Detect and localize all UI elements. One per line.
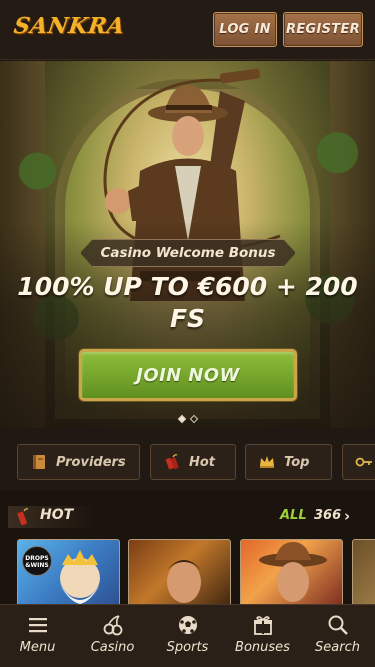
join-now-button[interactable]: JOIN NOW bbox=[79, 349, 297, 401]
nav-menu[interactable]: Menu bbox=[0, 605, 75, 667]
login-button[interactable]: LOG IN bbox=[213, 12, 277, 47]
game-thumbnail bbox=[60, 550, 100, 604]
header: SANKRA LOG IN REGISTER bbox=[0, 0, 375, 60]
carousel-dots bbox=[0, 414, 375, 424]
hamburger-icon bbox=[28, 618, 47, 633]
dynamite-icon bbox=[165, 454, 179, 470]
chevron-right-icon[interactable]: › bbox=[344, 507, 350, 525]
nav-sports-label: Sports bbox=[166, 640, 209, 655]
game-thumbnail bbox=[167, 560, 201, 603]
nav-bonuses-label: Bonuses bbox=[235, 640, 290, 655]
bonus-headline: 100% UP TO €600 + 200 FS bbox=[17, 272, 358, 333]
register-button[interactable]: REGISTER bbox=[283, 12, 363, 47]
bonus-tag: Casino Welcome Bonus bbox=[80, 239, 296, 267]
gift-icon bbox=[253, 616, 272, 635]
category-top-label: Top bbox=[284, 454, 310, 470]
bottom-nav: Menu Casino Sports Bonuses Search bbox=[0, 604, 375, 667]
category-providers-label: Providers bbox=[56, 454, 126, 470]
hero-banner[interactable]: Casino Welcome Bonus 100% UP TO €600 + 2… bbox=[0, 61, 375, 428]
hot-games-section: HOT ALL 366 › DROPS &WINS bbox=[0, 490, 375, 609]
category-more[interactable] bbox=[342, 444, 375, 480]
carousel-dot-1[interactable] bbox=[177, 414, 186, 424]
search-icon bbox=[328, 615, 348, 635]
category-hot[interactable]: Hot bbox=[150, 444, 236, 480]
page: SANKRA LOG IN REGISTER Casino Welcome Bo… bbox=[0, 0, 375, 667]
nav-search-label: Search bbox=[315, 640, 360, 655]
dynamite-icon bbox=[17, 508, 29, 526]
category-hot-label: Hot bbox=[189, 454, 216, 470]
nav-sports[interactable]: Sports bbox=[150, 605, 225, 667]
category-bar: Providers Hot Top bbox=[0, 428, 375, 490]
game-tile[interactable] bbox=[352, 539, 375, 609]
category-providers[interactable]: Providers bbox=[17, 444, 140, 480]
nav-bonuses[interactable]: Bonuses bbox=[225, 605, 300, 667]
hot-section-title: HOT bbox=[40, 507, 74, 523]
nav-casino[interactable]: Casino bbox=[75, 605, 150, 667]
cherries-icon bbox=[103, 615, 122, 636]
game-thumbnail bbox=[259, 542, 327, 602]
hot-games-count: 366 bbox=[314, 508, 342, 523]
nav-menu-label: Menu bbox=[19, 640, 56, 655]
soccer-ball-icon bbox=[178, 616, 197, 634]
logo-text: SANKRA bbox=[12, 13, 127, 39]
category-top[interactable]: Top bbox=[245, 444, 332, 480]
carousel-dot-2[interactable] bbox=[189, 414, 198, 424]
crown-icon bbox=[260, 456, 274, 468]
game-tile[interactable]: DROPS &WINS bbox=[17, 539, 120, 609]
nav-search[interactable]: Search bbox=[300, 605, 375, 667]
all-games-link[interactable]: ALL bbox=[280, 508, 307, 523]
book-icon bbox=[33, 455, 45, 469]
game-tile[interactable] bbox=[128, 539, 231, 609]
game-tile[interactable] bbox=[240, 539, 343, 609]
nav-casino-label: Casino bbox=[90, 640, 135, 655]
key-icon bbox=[355, 457, 372, 467]
